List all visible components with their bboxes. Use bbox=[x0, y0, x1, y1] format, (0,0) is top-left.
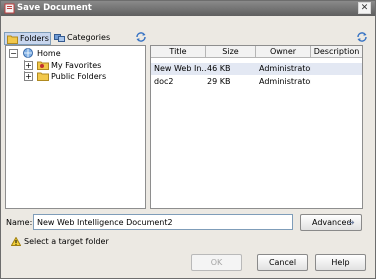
window-title: Save Document bbox=[17, 3, 92, 13]
table-row[interactable]: doc2 29 KB Administrator bbox=[151, 76, 362, 88]
cell-owner: Administrator bbox=[259, 64, 311, 73]
table-row[interactable]: New Web In... 46 KB Administrator bbox=[151, 63, 362, 75]
document-list[interactable]: Title Size Owner Description New Web In.… bbox=[150, 45, 363, 209]
name-input[interactable] bbox=[33, 214, 293, 230]
cell-size: 46 KB bbox=[207, 64, 231, 73]
tree-node-public-folders[interactable]: + Public Folders bbox=[8, 71, 138, 82]
tab-categories-label: Categories bbox=[67, 33, 111, 42]
help-button[interactable]: Help bbox=[315, 254, 366, 271]
refresh-folders-icon[interactable] bbox=[135, 31, 147, 43]
tree-expander-public-folders[interactable]: + bbox=[24, 72, 33, 81]
name-label: Name: bbox=[6, 218, 33, 227]
tab-folders[interactable]: Folders bbox=[4, 32, 51, 45]
column-header-owner[interactable]: Owner bbox=[256, 46, 311, 58]
tree-node-label: Home bbox=[37, 49, 61, 58]
column-header-title[interactable]: Title bbox=[151, 46, 206, 58]
categories-icon bbox=[54, 34, 65, 42]
tree-node-label: My Favorites bbox=[51, 61, 102, 70]
home-icon bbox=[23, 48, 33, 58]
tree-expander-my-favorites[interactable]: + bbox=[24, 61, 33, 70]
cell-title: doc2 bbox=[154, 77, 174, 86]
warning-icon bbox=[11, 237, 21, 246]
tree-expander-home[interactable]: − bbox=[9, 49, 18, 58]
tab-folders-label: Folders bbox=[20, 34, 49, 43]
advanced-button[interactable]: Advanced ➔ bbox=[300, 214, 362, 231]
save-document-dialog: Save Document ✕ Folders Categories − Hom… bbox=[0, 0, 376, 279]
cancel-button[interactable]: Cancel bbox=[257, 254, 308, 271]
document-list-header: Title Size Owner Description bbox=[151, 46, 362, 58]
tab-categories[interactable]: Categories bbox=[52, 32, 112, 45]
folder-icon bbox=[7, 35, 18, 44]
folder-tree[interactable]: − Home + My Favorites + Public Folders bbox=[5, 45, 146, 209]
ok-button[interactable]: OK bbox=[191, 254, 242, 271]
advanced-button-label: Advanced bbox=[312, 218, 352, 227]
status-message: Select a target folder bbox=[24, 237, 109, 246]
tree-node-my-favorites[interactable]: + My Favorites bbox=[8, 60, 138, 71]
app-icon bbox=[4, 3, 15, 14]
close-button[interactable]: ✕ bbox=[358, 2, 371, 14]
title-bar[interactable]: Save Document ✕ bbox=[1, 1, 375, 16]
arrow-right-icon: ➔ bbox=[348, 218, 355, 227]
favorites-folder-icon bbox=[37, 61, 49, 70]
tree-node-home[interactable]: − Home bbox=[8, 48, 138, 59]
cell-title: New Web In... bbox=[154, 64, 206, 73]
cell-size: 29 KB bbox=[207, 77, 231, 86]
column-header-size[interactable]: Size bbox=[206, 46, 256, 58]
cell-owner: Administrator bbox=[259, 77, 311, 86]
column-header-description[interactable]: Description bbox=[311, 46, 362, 58]
tree-node-label: Public Folders bbox=[51, 72, 107, 81]
folder-icon bbox=[37, 72, 49, 81]
refresh-documents-icon[interactable] bbox=[356, 31, 368, 43]
